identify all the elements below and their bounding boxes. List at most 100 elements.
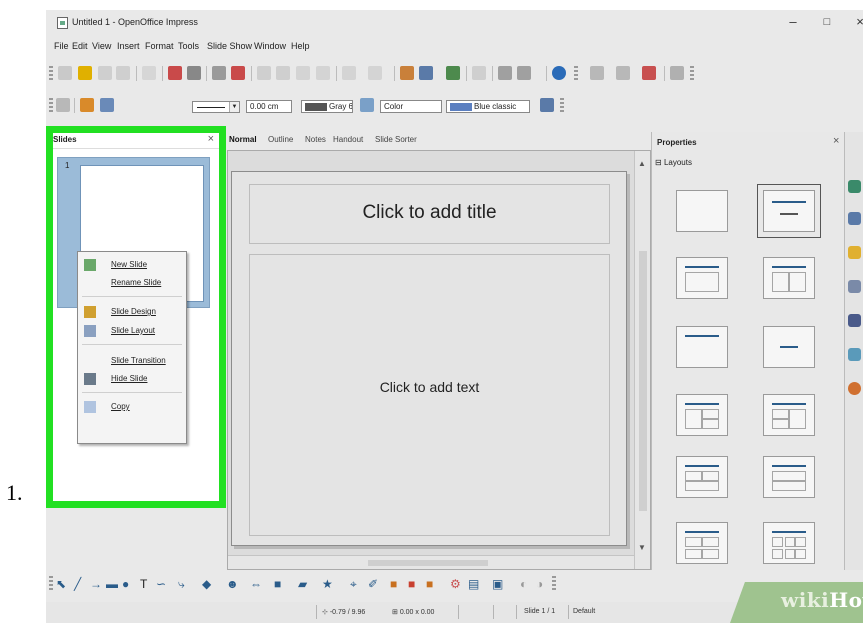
line-tool-icon[interactable]: ╱: [74, 577, 81, 591]
horizontal-scrollbar[interactable]: [228, 555, 634, 569]
menu-help[interactable]: Help: [291, 41, 310, 51]
flowchart-icon[interactable]: ■: [274, 577, 281, 591]
layout-title-content-over-content[interactable]: [763, 456, 815, 498]
fontwork-icon[interactable]: ■: [390, 577, 397, 591]
email-icon[interactable]: [116, 66, 130, 80]
collapse-icon[interactable]: ⊟: [655, 158, 662, 167]
insert-image-icon[interactable]: ■: [408, 577, 415, 591]
open-folder-icon[interactable]: [78, 66, 92, 80]
scrollbar-thumb[interactable]: [368, 560, 488, 566]
menu-insert[interactable]: Insert: [117, 41, 140, 51]
callouts-icon[interactable]: ▰: [298, 577, 307, 591]
layout-two-content[interactable]: [763, 257, 815, 299]
shadow-toolbar-icon[interactable]: ◐: [520, 577, 527, 591]
menu-view[interactable]: View: [92, 41, 111, 51]
save-icon[interactable]: [98, 66, 112, 80]
close-properties-button[interactable]: ×: [833, 135, 839, 147]
arrow-style-icon[interactable]: [100, 98, 114, 112]
tab-slide-sorter[interactable]: Slide Sorter: [375, 135, 417, 144]
rectangle-tool-icon[interactable]: ▬: [106, 577, 118, 591]
navigator-deck-icon[interactable]: [848, 382, 861, 395]
slide-icon[interactable]: [590, 66, 604, 80]
line-width-field[interactable]: 0.00 cm: [246, 100, 292, 113]
arrow-tool-icon[interactable]: →: [90, 577, 102, 591]
body-placeholder[interactable]: Click to add text: [249, 254, 610, 536]
copy-toolbar-icon[interactable]: [276, 66, 290, 80]
toolbar-grip[interactable]: [560, 98, 564, 114]
points-icon[interactable]: ⌖: [350, 577, 357, 592]
display-grid-icon[interactable]: [472, 66, 486, 80]
scrollbar-thumb[interactable]: [639, 251, 647, 511]
maximize-button[interactable]: □: [813, 12, 841, 32]
layout-title-6content[interactable]: [763, 522, 815, 564]
chevron-down-icon[interactable]: ▼: [229, 102, 239, 112]
menu-item-new-slide[interactable]: New Slide: [78, 256, 186, 274]
toolbar-grip[interactable]: [574, 66, 578, 82]
toolbar-grip[interactable]: [552, 576, 556, 592]
text-tool-icon[interactable]: T: [140, 577, 147, 591]
title-placeholder[interactable]: Click to add title: [249, 184, 610, 244]
layout-title-content[interactable]: [757, 184, 821, 238]
clone-formatting-icon[interactable]: [316, 66, 330, 80]
layout-title-content-2[interactable]: [676, 257, 728, 299]
close-window-button[interactable]: ×: [846, 12, 863, 32]
tab-normal[interactable]: Normal: [229, 135, 257, 144]
properties-deck-icon[interactable]: [848, 180, 861, 193]
stars-icon[interactable]: ★: [322, 577, 333, 591]
cut-icon[interactable]: [257, 66, 271, 80]
hyperlink-icon[interactable]: [446, 66, 460, 80]
area-style-select[interactable]: Color: [380, 100, 442, 113]
layout-title-2content-content[interactable]: [676, 394, 728, 436]
edit-file-icon[interactable]: [142, 66, 156, 80]
arrange-icon[interactable]: ▣: [492, 577, 503, 591]
layout-title-only[interactable]: [676, 326, 728, 368]
styles-formatting-icon[interactable]: [56, 98, 70, 112]
new-document-icon[interactable]: [58, 66, 72, 80]
glue-points-icon[interactable]: ✐: [368, 577, 378, 591]
slide-layout-toolbar-icon[interactable]: [616, 66, 630, 80]
minimize-button[interactable]: –: [779, 12, 807, 32]
slide-design-toolbar-icon[interactable]: [642, 66, 656, 80]
print-icon[interactable]: [187, 66, 201, 80]
basic-shapes-icon[interactable]: ◆: [202, 577, 211, 591]
line-icon[interactable]: [80, 98, 94, 112]
symbol-shapes-icon[interactable]: ☻: [226, 577, 239, 591]
toolbar-grip[interactable]: [49, 98, 53, 114]
ellipse-tool-icon[interactable]: ●: [122, 577, 129, 591]
scroll-down-icon[interactable]: ▼: [638, 543, 646, 552]
slide-show-icon[interactable]: [670, 66, 684, 80]
select-pointer-icon[interactable]: ⬉: [56, 577, 66, 591]
vertical-scrollbar[interactable]: ▲ ▼: [634, 151, 650, 569]
block-arrows-icon[interactable]: ⇔: [250, 577, 262, 591]
tab-outline[interactable]: Outline: [268, 135, 293, 144]
gallery-icon[interactable]: [848, 348, 861, 361]
layout-title-4content[interactable]: [676, 522, 728, 564]
area-color-select[interactable]: Blue classic: [446, 100, 530, 113]
autospellcheck-icon[interactable]: [231, 66, 245, 80]
chart-icon[interactable]: [400, 66, 414, 80]
layout-title-content-2content[interactable]: [763, 394, 815, 436]
tab-handout[interactable]: Handout: [333, 135, 363, 144]
styles-deck-icon[interactable]: [848, 314, 861, 327]
menu-edit[interactable]: Edit: [72, 41, 88, 51]
menu-tools[interactable]: Tools: [178, 41, 199, 51]
tab-notes[interactable]: Notes: [305, 135, 326, 144]
spellcheck-icon[interactable]: [212, 66, 226, 80]
toolbar-grip[interactable]: [690, 66, 694, 82]
menu-item-hide-slide[interactable]: Hide Slide: [78, 370, 186, 388]
extrusion-icon[interactable]: ⚙: [450, 577, 461, 591]
shadow-icon[interactable]: [540, 98, 554, 112]
menu-item-rename-slide[interactable]: Rename Slide: [78, 274, 186, 292]
menu-item-slide-design[interactable]: Slide Design: [78, 303, 186, 321]
align-icon[interactable]: ▤: [468, 577, 479, 591]
layout-blank[interactable]: [676, 190, 728, 232]
custom-animation-icon[interactable]: [848, 246, 861, 259]
line-color-select[interactable]: Gray 6: [301, 100, 353, 113]
toolbar-grip[interactable]: [49, 576, 53, 592]
undo-icon[interactable]: [342, 66, 356, 80]
slide-canvas[interactable]: Click to add title Click to add text: [231, 171, 627, 546]
scroll-up-icon[interactable]: ▲: [638, 159, 646, 168]
layouts-section-header[interactable]: ⊟ Layouts: [655, 158, 692, 167]
menu-slide-show[interactable]: Slide Show: [207, 41, 252, 51]
connector-tool-icon[interactable]: ⤷: [178, 577, 185, 592]
